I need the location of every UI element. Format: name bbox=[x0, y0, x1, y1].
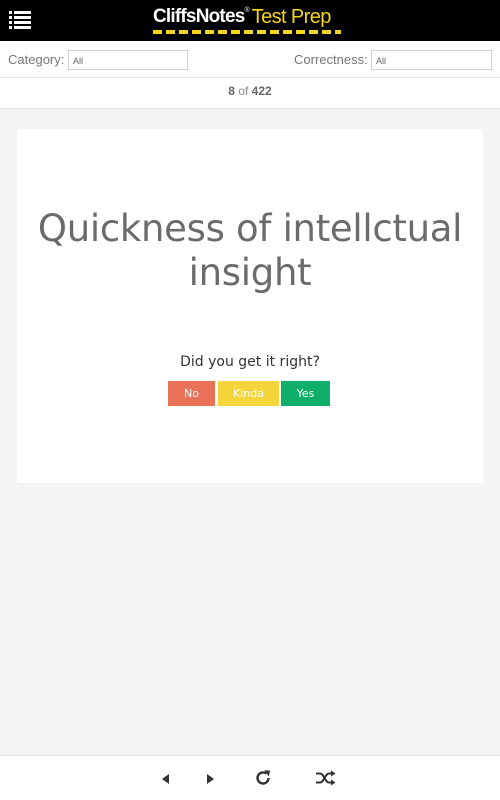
logo-brand: CliffsNotes bbox=[153, 6, 245, 27]
answer-kinda-button[interactable]: Kinda bbox=[218, 381, 279, 406]
flashcard-term: Quickness of intellctual insight bbox=[37, 207, 463, 294]
card-counter: 8 of 422 bbox=[0, 78, 500, 109]
menu-button[interactable] bbox=[9, 11, 31, 29]
counter-current: 8 bbox=[228, 84, 235, 98]
app-header: CliffsNotes® Test Prep bbox=[0, 0, 500, 41]
reload-icon[interactable] bbox=[254, 769, 272, 787]
flashcard[interactable]: Quickness of intellctual insight Did you… bbox=[17, 129, 483, 483]
counter-total: 422 bbox=[251, 84, 272, 98]
shuffle-icon[interactable] bbox=[315, 770, 336, 786]
category-label: Category: bbox=[8, 52, 65, 67]
previous-icon[interactable] bbox=[162, 774, 169, 784]
logo-stripe bbox=[153, 30, 341, 34]
category-select[interactable]: All bbox=[68, 50, 188, 70]
self-assessment-question: Did you get it right? bbox=[180, 354, 320, 370]
next-icon[interactable] bbox=[207, 774, 214, 784]
correctness-label: Correctness: bbox=[294, 52, 368, 67]
answer-no-button[interactable]: No bbox=[168, 381, 215, 406]
logo-registered-mark: ® bbox=[244, 7, 250, 14]
logo-product: Test Prep bbox=[251, 6, 332, 28]
bottom-toolbar bbox=[0, 755, 500, 800]
filter-bar: Category: All Correctness: All bbox=[0, 41, 500, 78]
correctness-select[interactable]: All bbox=[371, 50, 492, 70]
app-logo: CliffsNotes® Test Prep bbox=[153, 6, 341, 36]
counter-separator: of bbox=[238, 84, 249, 98]
answer-yes-button[interactable]: Yes bbox=[281, 381, 330, 406]
